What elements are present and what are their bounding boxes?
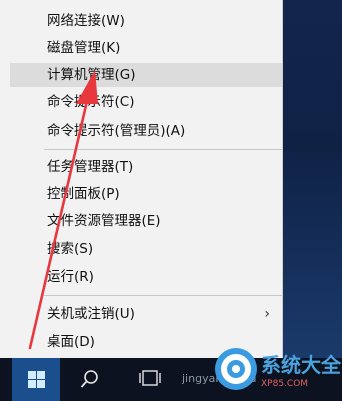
watermark-url: XP85.COM [261,379,309,389]
menu-item-task-manager[interactable]: 任务管理器(T) [10,155,282,179]
menu-item-shutdown-signout[interactable]: 关机或注销(U) › [10,302,282,326]
menu-item-label: 文件资源管理器(E) [47,213,161,229]
menu-item-command-prompt[interactable]: 命令提示符(C) [10,90,282,114]
menu-item-label: 桌面(D) [47,334,95,350]
watermark-logo-icon [215,348,257,390]
task-view-icon [139,370,161,386]
menu-item-label: 任务管理器(T) [47,159,134,175]
windows-logo-icon [28,371,45,388]
desktop-background [283,0,342,358]
menu-item-label: 命令提示符(管理员)(A) [47,123,186,139]
task-view-button[interactable] [125,358,173,401]
winx-context-menu: 网络连接(W) 磁盘管理(K) 计算机管理(G) 命令提示符(C) 命令提示符(… [0,0,283,358]
start-button[interactable] [12,358,60,401]
menu-item-label: 计算机管理(G) [47,67,136,83]
menu-item-disk-management[interactable]: 磁盘管理(K) [10,36,282,60]
menu-item-file-explorer[interactable]: 文件资源管理器(E) [10,209,282,233]
menu-item-label: 搜索(S) [47,241,94,257]
menu-separator [44,295,282,296]
site-watermark: 系统大全 XP85.COM [213,326,342,401]
chevron-right-icon: › [264,306,270,322]
watermark-brand: 系统大全 [261,353,341,377]
menu-item-command-prompt-admin[interactable]: 命令提示符(管理员)(A) [10,119,282,143]
menu-separator [44,149,282,150]
menu-item-label: 网络连接(W) [47,13,125,29]
menu-item-network-connections[interactable]: 网络连接(W) [10,9,282,33]
search-icon [80,370,98,388]
menu-item-control-panel[interactable]: 控制面板(P) [10,182,282,206]
menu-item-label: 控制面板(P) [47,186,120,202]
search-button[interactable] [66,358,114,401]
menu-item-label: 关机或注销(U) [47,306,135,322]
menu-item-label: 运行(R) [47,269,94,285]
menu-item-search[interactable]: 搜索(S) [10,237,282,261]
menu-item-label: 磁盘管理(K) [47,40,121,56]
menu-item-run[interactable]: 运行(R) [10,265,282,289]
menu-item-label: 命令提示符(C) [47,94,135,110]
menu-item-computer-management[interactable]: 计算机管理(G) [10,63,282,87]
